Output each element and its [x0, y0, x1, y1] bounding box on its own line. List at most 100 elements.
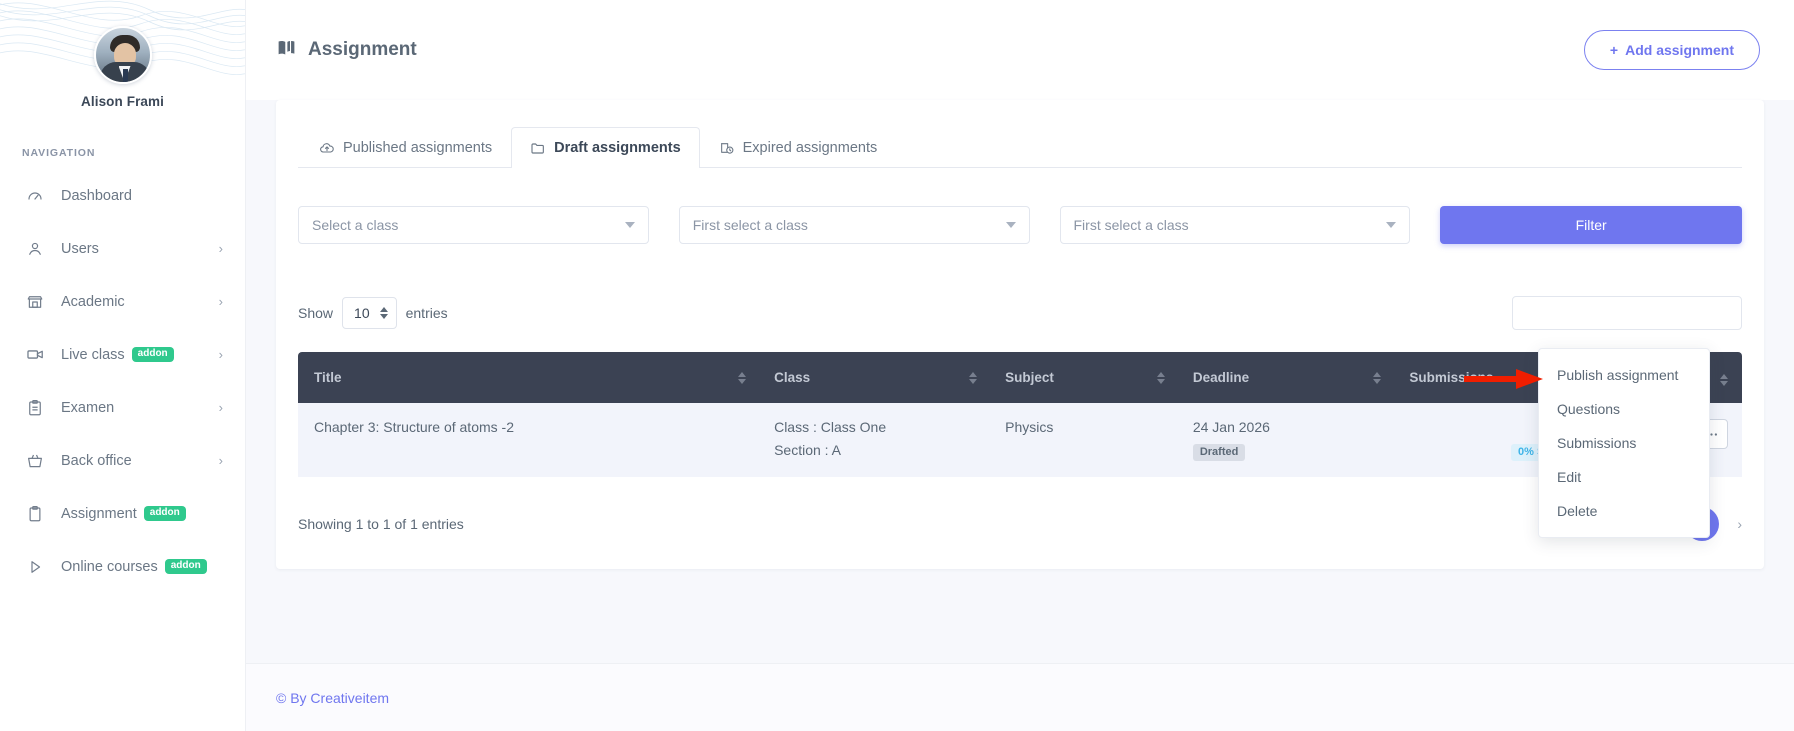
avatar: [93, 26, 152, 84]
addon-badge: addon: [131, 346, 174, 363]
chevron-right-icon: ›: [218, 400, 223, 415]
tab-published-assignments[interactable]: Published assignments: [300, 127, 511, 168]
chevron-down-icon: [1005, 222, 1016, 228]
table-header-row: Title Class Subject Deadline Submissions: [298, 352, 1742, 403]
cell-class-line2: Section : A: [774, 442, 842, 458]
add-assignment-button[interactable]: + Add assignment: [1583, 30, 1760, 70]
status-badge-wrapper: Drafted: [1192, 442, 1382, 461]
footer-credit-link[interactable]: © By Creativeitem: [276, 690, 389, 706]
deadline-date: 24 Jan 2026: [1192, 419, 1270, 435]
play-triangle-icon: [24, 556, 46, 578]
page-footer: © By Creativeitem: [246, 663, 1794, 731]
entries-label: entries: [405, 305, 448, 321]
section-select-value: First select a class: [692, 217, 808, 233]
section-select[interactable]: First select a class: [678, 206, 1030, 244]
menu-item-questions[interactable]: Questions: [1539, 392, 1709, 426]
menu-item-edit[interactable]: Edit: [1539, 460, 1709, 494]
sidebar-item-label: Live class: [61, 346, 125, 363]
chevron-right-icon: ›: [218, 453, 223, 468]
column-title[interactable]: Title: [298, 352, 761, 403]
topbar: Assignment + Add assignment: [246, 0, 1794, 100]
table-head: Title Class Subject Deadline Submissions: [298, 352, 1742, 403]
column-deadline[interactable]: Deadline: [1178, 352, 1396, 403]
search-input[interactable]: [1512, 296, 1742, 330]
chevron-down-icon: [624, 222, 635, 228]
sidebar-item-label: Back office: [61, 452, 132, 469]
open-book-icon: [276, 37, 297, 64]
sidebar-item-assignment[interactable]: Assignment addon: [0, 487, 245, 540]
clock-box-icon: [719, 140, 735, 156]
navigation-section-label: NAVIGATION: [22, 147, 96, 159]
filter-button[interactable]: Filter: [1440, 206, 1742, 244]
sort-icon: [969, 372, 978, 384]
column-subject[interactable]: Subject: [991, 352, 1179, 403]
basket-icon: [24, 450, 46, 472]
column-label: Deadline: [1192, 370, 1250, 385]
plus-icon: +: [1609, 42, 1619, 58]
clipboard-icon: [24, 503, 46, 525]
show-label: Show: [298, 305, 334, 321]
filter-row: Select a class First select a class Firs…: [298, 206, 1742, 244]
subject-select[interactable]: First select a class: [1059, 206, 1411, 244]
sidebar-profile: Alison Frami: [0, 0, 245, 109]
add-assignment-label: Add assignment: [1625, 42, 1734, 58]
showing-entries-text: Showing 1 to 1 of 1 entries: [298, 516, 464, 532]
assignment-tabs: Published assignments Draft assignments: [298, 126, 1742, 168]
sidebar-item-label: Users: [61, 240, 99, 257]
speedometer-icon: [24, 185, 46, 207]
sort-icon: [1373, 372, 1382, 384]
cell-class-line1: Class : Class One: [774, 419, 887, 435]
entries-per-page-select[interactable]: 10: [342, 297, 397, 329]
school-icon: [24, 291, 46, 313]
pagination-next-button[interactable]: ›: [1737, 516, 1742, 532]
tab-label: Published assignments: [343, 140, 493, 156]
entries-value: 10: [354, 305, 370, 321]
avatar-tie: [122, 69, 128, 82]
subject-select-value: First select a class: [1073, 217, 1189, 233]
chevron-right-icon: ›: [218, 241, 223, 256]
cloud-upload-icon: [319, 140, 335, 156]
sidebar-item-label: Dashboard: [61, 187, 132, 204]
tab-expired-assignments[interactable]: Expired assignments: [700, 127, 897, 168]
sidebar-item-academic[interactable]: Academic ›: [0, 275, 245, 328]
column-label: Subject: [1005, 370, 1054, 385]
column-label: Class: [774, 370, 811, 385]
show-entries-control: Show 10 entries: [298, 297, 448, 329]
menu-item-delete[interactable]: Delete: [1539, 494, 1709, 528]
page-title-text: Assignment: [308, 39, 417, 60]
sidebar-item-label: Assignment: [61, 505, 137, 522]
column-label: Title: [314, 370, 342, 385]
row-context-menu: Publish assignment Questions Submissions…: [1538, 348, 1710, 538]
sort-icon: [1156, 372, 1165, 384]
sidebar-item-online-courses[interactable]: Online courses addon: [0, 540, 245, 593]
sidebar-item-label: Examen: [61, 399, 115, 416]
chevron-right-icon: ›: [218, 347, 223, 362]
status-badge: Drafted: [1192, 444, 1246, 461]
table-footer: Showing 1 to 1 of 1 entries ‹ 1 ›: [298, 507, 1742, 547]
sidebar-item-examen[interactable]: Examen ›: [0, 381, 245, 434]
column-class[interactable]: Class: [760, 352, 992, 403]
table-body: Chapter 3: Structure of atoms -2 Class :…: [298, 403, 1742, 477]
tab-label: Draft assignments: [554, 140, 681, 156]
addon-badge: addon: [164, 558, 207, 575]
column-label: Submissions: [1409, 370, 1494, 385]
table-tools: Show 10 entries: [298, 296, 1742, 330]
menu-item-submissions[interactable]: Submissions: [1539, 426, 1709, 460]
sidebar-item-live-class[interactable]: Live class addon ›: [0, 328, 245, 381]
video-camera-icon: [24, 344, 46, 366]
menu-item-publish-assignment[interactable]: Publish assignment: [1539, 358, 1709, 392]
sidebar-nav: Dashboard Users › Academic › Live class …: [0, 169, 245, 593]
clipboard-list-icon: [24, 397, 46, 419]
table-row: Chapter 3: Structure of atoms -2 Class :…: [298, 403, 1742, 477]
sidebar-item-users[interactable]: Users ›: [0, 222, 245, 275]
class-select[interactable]: Select a class: [298, 206, 649, 244]
sidebar-item-back-office[interactable]: Back office ›: [0, 434, 245, 487]
assignments-table: Title Class Subject Deadline Submissions…: [298, 352, 1742, 477]
sidebar-item-dashboard[interactable]: Dashboard: [0, 169, 245, 222]
cell-title: Chapter 3: Structure of atoms -2: [298, 403, 761, 477]
sort-icon: [738, 372, 747, 384]
profile-name: Alison Frami: [81, 94, 164, 109]
cell-deadline: 24 Jan 2026 Drafted: [1178, 403, 1396, 477]
tab-draft-assignments[interactable]: Draft assignments: [511, 127, 700, 168]
chevron-right-icon: ›: [218, 294, 223, 309]
